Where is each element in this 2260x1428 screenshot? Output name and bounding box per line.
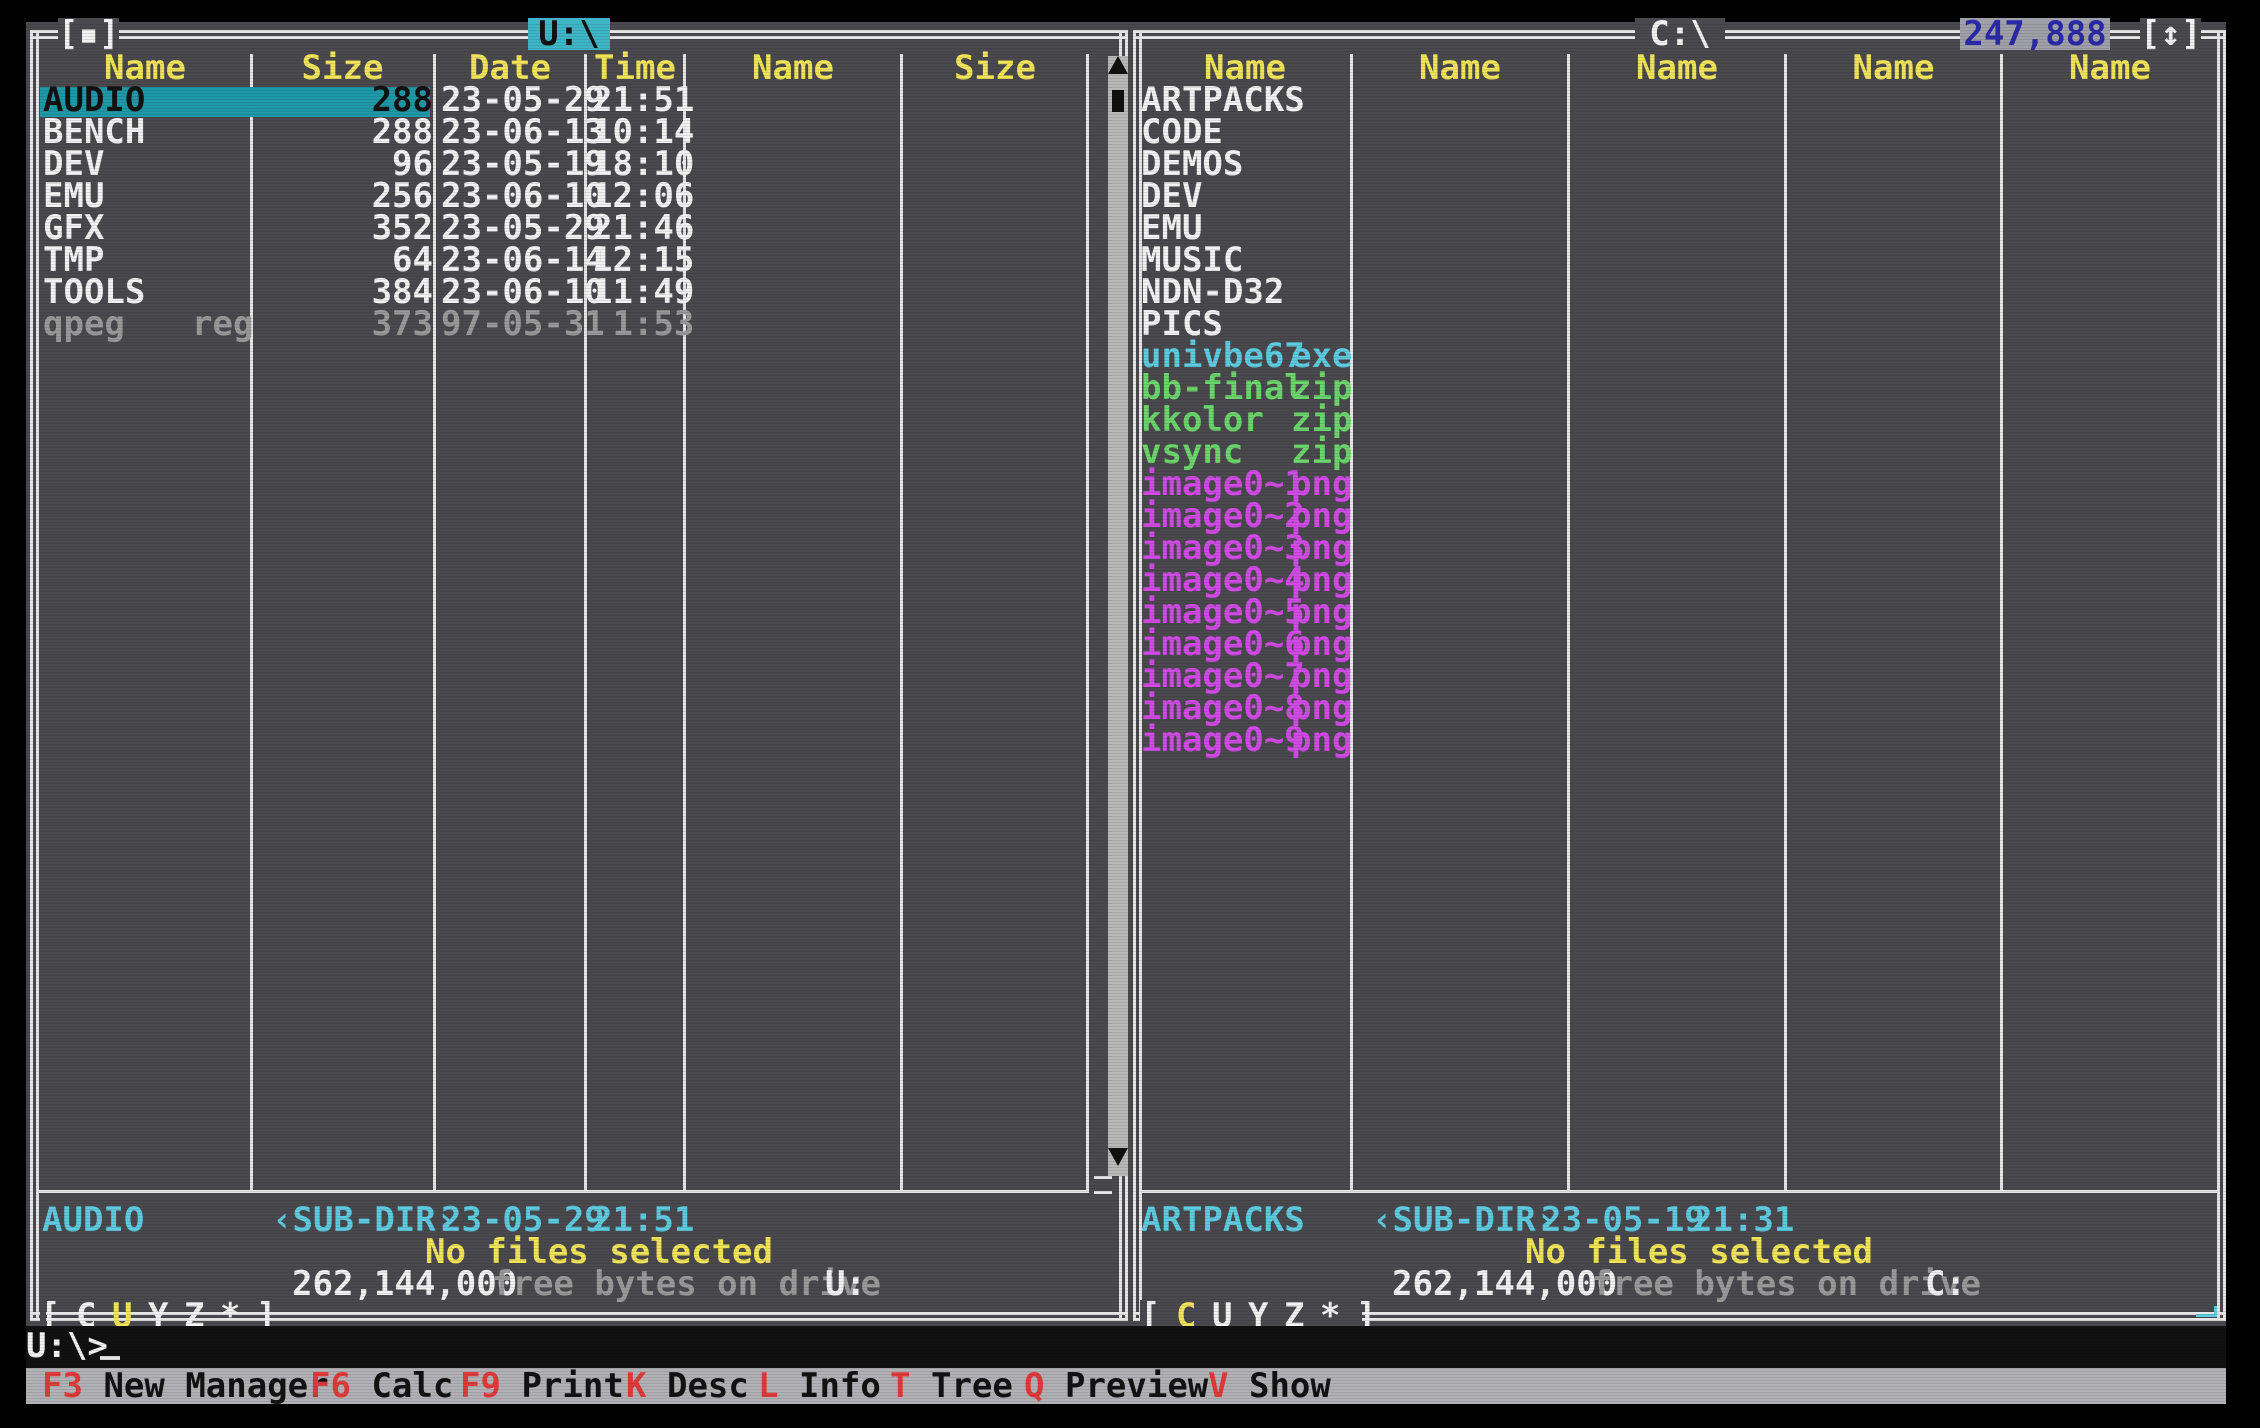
right-header-name-2[interactable]: Name [1355,51,1565,85]
file-size: 373 [371,304,433,344]
corner-resize-icon[interactable] [2196,1306,2217,1317]
right-col-sep-2 [1567,54,1570,1190]
text-cursor [100,1356,120,1360]
left-free-text: free bytes on drive [492,1264,881,1304]
right-panel-info-divider [1142,1190,2217,1193]
left-free-bytes: 262,144,000 [292,1264,518,1304]
scroll-up-arrow-icon[interactable] [1108,56,1128,74]
resize-handle-icon[interactable] [1094,1176,1112,1194]
scroll-thumb[interactable] [1112,90,1124,112]
left-header-size-2[interactable]: Size [905,51,1085,85]
file-name: qpeg [43,304,125,344]
key-f3-button[interactable]: F3 New Manager [42,1369,329,1403]
key-v-show-button[interactable]: V Show [1208,1369,1331,1403]
left-col-sep-2 [433,54,436,1190]
key-t-tree-button[interactable]: T Tree [890,1369,1013,1403]
file-name: image0~9 [1141,720,1305,760]
left-col-sep-1 [250,54,253,1190]
right-col-sep-4 [2000,54,2003,1190]
right-header-name-4[interactable]: Name [1789,51,1998,85]
left-scrollbar[interactable] [1108,56,1128,1176]
command-line[interactable]: U:\> [26,1326,2226,1368]
key-q-preview-button[interactable]: Q Preview [1024,1369,1208,1403]
right-free-bytes: 262,144,000 [1392,1264,1618,1304]
left-col-sep-6 [1086,54,1089,1190]
left-panel-info-divider [39,1190,1089,1193]
right-panel-zoom-corner[interactable]: [↕] [2140,17,2202,51]
right-header-name-3[interactable]: Name [1572,51,1782,85]
left-drive-label: U: [825,1264,866,1304]
left-panel-path-title[interactable]: U:\ [528,17,610,51]
key-f6-button[interactable]: F6 Calc [310,1369,453,1403]
right-drive-label: C: [1925,1264,1966,1304]
file-ext: reg [192,304,254,344]
file-time: 1:53 [592,304,695,344]
right-header-name-5[interactable]: Name [2005,51,2215,85]
left-panel-left-border [30,30,39,1320]
key-f9-button[interactable]: F9 Print [460,1369,624,1403]
key-k-desc-button[interactable]: K Desc [626,1369,749,1403]
right-panel-right-border [2217,30,2226,1320]
key-l-info-button[interactable]: L Info [758,1369,881,1403]
file-date: 97-05-31 [441,304,605,344]
right-free-text: free bytes on drive [1592,1264,1981,1304]
scroll-down-arrow-icon[interactable] [1108,1148,1128,1166]
key-bar: F3 New Manager F6 Calc F9 Print K Desc L… [26,1368,2226,1404]
left-info-name: AUDIO [42,1200,145,1240]
command-prompt: U:\> [26,1326,108,1366]
right-col-sep-3 [1784,54,1787,1190]
file-ext: png [1291,720,1353,760]
right-panel-path-title[interactable]: C:\ [1635,17,1725,51]
right-info-name: ARTPACKS [1141,1200,1305,1240]
left-header-name-2[interactable]: Name [688,51,898,85]
right-panel-size-info: 247,888 [1960,17,2110,51]
left-panel-menu-corner[interactable]: [▪] [58,17,120,51]
left-col-sep-5 [900,54,903,1190]
